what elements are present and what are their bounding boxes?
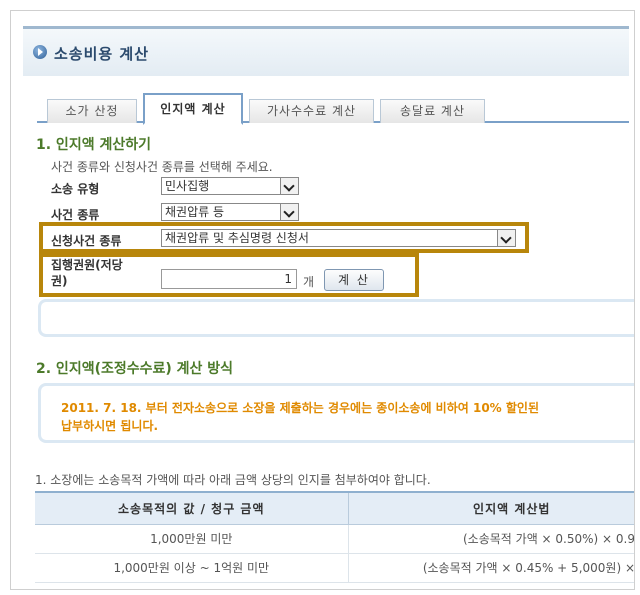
section1-description: 사건 종류와 신청사건 종류를 선택해 주세요. (51, 160, 273, 174)
tab-value-assessment[interactable]: 소가 산정 (47, 99, 137, 123)
table-row: 1,000만원 이상 ~ 1억원 미만 (소송목적 가액 × 0.45% + 5… (35, 553, 634, 583)
application-type-label: 신청사건 종류 (51, 234, 122, 248)
calculate-button[interactable]: 계 산 (324, 269, 384, 291)
lawsuit-type-select[interactable]: 민사집행 (161, 177, 299, 195)
application-type-select[interactable]: 채권압류 및 추심명령 신청서 (161, 229, 516, 247)
table-cell: 1,000만원 이상 ~ 1억원 미만 (35, 553, 349, 583)
table-intro: 1. 소장에는 소송목적 가액에 따라 아래 금액 상당의 인지를 첨부하여야 … (35, 473, 431, 487)
enforcement-title-count-input[interactable]: 1 (161, 269, 297, 289)
enforcement-title-label-line1: 집행권원(저당 (51, 258, 123, 272)
enforcement-title-label: 집행권원(저당 권) (51, 257, 123, 289)
tab-stamp-fee[interactable]: 인지액 계산 (143, 93, 243, 125)
lawsuit-type-label: 소송 유형 (51, 182, 100, 196)
enforcement-title-label-line2: 권) (51, 274, 68, 288)
fee-table: 소송목적의 값 / 청구 금액 인지액 계산법 1,000만원 미만 (소송목적… (35, 491, 634, 583)
section2-title: 2. 인지액(조정수수료) 계산 방식 (36, 361, 234, 377)
notice-line-2: 납부하시면 됩니다. (61, 419, 159, 433)
page-title: 소송비용 계산 (54, 45, 150, 63)
table-cell: (소송목적 가액 × 0.45% + 5,000원) × (348, 553, 634, 583)
notice-line-1: 2011. 7. 18. 부터 전자소송으로 소장을 제출하는 경우에는 종이소… (61, 401, 540, 415)
table-cell: 1,000만원 미만 (35, 524, 349, 554)
application-type-value: 채권압류 및 추심명령 신청서 (165, 231, 309, 245)
chevron-down-icon (280, 178, 298, 194)
bullet-arrow-icon (33, 45, 47, 59)
page-frame: 소송비용 계산 소가 산정 인지액 계산 가사수수료 계산 송달료 계산 1. … (10, 10, 635, 590)
title-bar: 소송비용 계산 (23, 26, 629, 76)
column-header-claim-value: 소송목적의 값 / 청구 금액 (35, 491, 349, 525)
case-type-label: 사건 종류 (51, 208, 100, 222)
chevron-down-icon (497, 230, 515, 246)
table-cell: (소송목적 가액 × 0.50%) × 0.9 (348, 524, 634, 554)
chevron-down-icon (280, 204, 298, 220)
table-row: 1,000만원 미만 (소송목적 가액 × 0.50%) × 0.9 (35, 524, 634, 554)
result-box (38, 299, 634, 337)
notice-box: 2011. 7. 18. 부터 전자소송으로 소장을 제출하는 경우에는 종이소… (38, 383, 634, 443)
tab-bar: 소가 산정 인지액 계산 가사수수료 계산 송달료 계산 (37, 93, 629, 125)
column-header-formula: 인지액 계산법 (348, 491, 634, 525)
case-type-select[interactable]: 채권압류 등 (161, 203, 299, 221)
lawsuit-type-value: 민사집행 (165, 179, 210, 193)
tab-delivery-fee[interactable]: 송달료 계산 (380, 99, 485, 123)
section1-title: 1. 인지액 계산하기 (36, 137, 151, 153)
case-type-value: 채권압류 등 (165, 205, 225, 219)
table-header-row: 소송목적의 값 / 청구 금액 인지액 계산법 (35, 491, 634, 525)
tab-family-fee[interactable]: 가사수수료 계산 (249, 99, 374, 123)
count-unit: 개 (303, 275, 315, 289)
